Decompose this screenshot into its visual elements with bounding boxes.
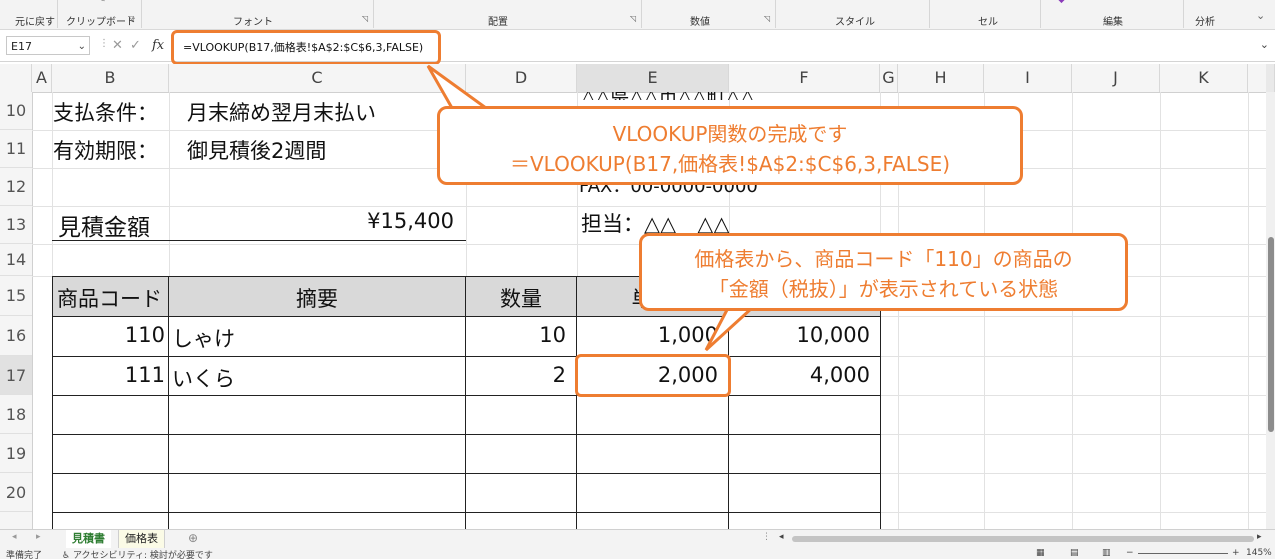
result-callout-pointer <box>704 306 756 352</box>
more-options-icon[interactable]: ⋮ <box>762 532 771 542</box>
accessibility-status[interactable]: ♿ アクセシビリティ: 検討が必要です <box>62 548 213 559</box>
zoom-slider[interactable] <box>1138 553 1228 554</box>
scroll-tabs-right-icon[interactable]: ▸ <box>36 532 41 542</box>
accessibility-icon: ♿ <box>62 551 71 559</box>
formula-callout: VLOOKUP関数の完成です ＝VLOOKUP(B17,価格表!$A$2:$C$… <box>437 106 1023 185</box>
add-sheet-icon[interactable]: ⊕ <box>188 531 198 545</box>
sheet-tabs-bar: ◂ ▸ 見積書 価格表 ⊕ ⋮ ◂ ▸ <box>0 529 1275 550</box>
scroll-tabs-left-icon[interactable]: ◂ <box>12 532 17 542</box>
sheet-tab-kakaku[interactable]: 価格表 <box>118 530 165 548</box>
zoom-level[interactable]: 145% <box>1246 548 1272 558</box>
horizontal-scrollbar-thumb[interactable] <box>792 536 1254 542</box>
zoom-in-icon[interactable]: + <box>1232 548 1240 558</box>
formula-callout-line1: VLOOKUP関数の完成です <box>612 122 848 146</box>
scroll-left-icon[interactable]: ◂ <box>779 532 784 542</box>
normal-view-icon[interactable]: ▦ <box>1036 548 1045 558</box>
zoom-out-icon[interactable]: − <box>1126 548 1134 558</box>
formula-callout-line2: ＝VLOOKUP(B17,価格表!$A$2:$C$6,3,FALSE) <box>509 152 951 176</box>
formula-callout-pointer <box>426 64 491 110</box>
page-layout-icon[interactable]: ▤ <box>1070 548 1079 558</box>
status-ready: 準備完了 <box>6 551 43 559</box>
status-bar: 準備完了 ♿ アクセシビリティ: 検討が必要です ▦ ▤ ▥ − + 145% <box>0 548 1275 559</box>
sheet-tab-mitsumori[interactable]: 見積書 <box>66 530 111 550</box>
result-callout-line1: 価格表から、商品コード「110」の商品の <box>694 247 1073 271</box>
page-break-icon[interactable]: ▥ <box>1102 548 1111 558</box>
result-callout-line2: 「金額（税抜）」が表示されている状態 <box>708 277 1059 301</box>
accessibility-text: アクセシビリティ: 検討が必要です <box>72 551 213 559</box>
scroll-right-icon[interactable]: ▸ <box>1257 532 1262 542</box>
result-callout: 価格表から、商品コード「110」の商品の 「金額（税抜）」が表示されている状態 <box>639 233 1128 311</box>
